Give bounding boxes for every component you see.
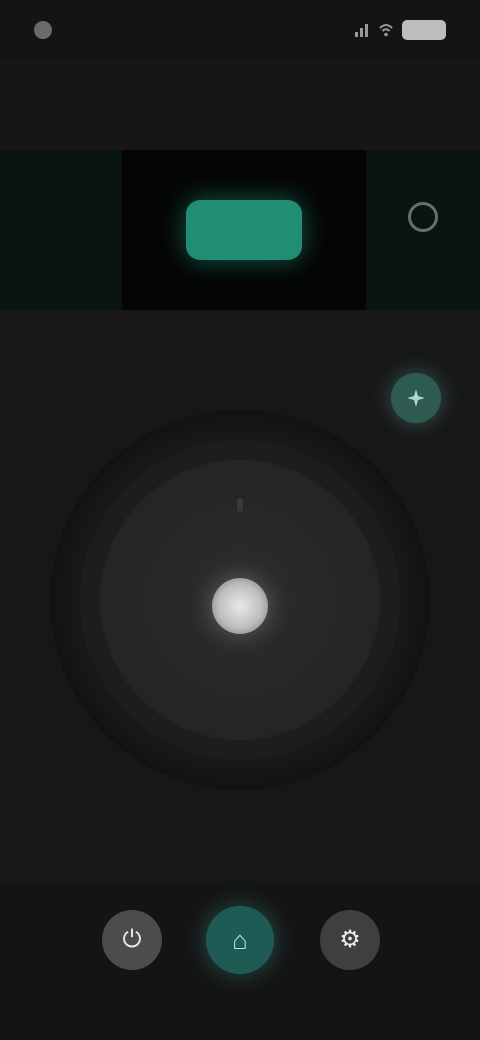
wifi-icon [379, 24, 393, 37]
mode-option-right[interactable] [366, 150, 480, 310]
dial-marker [237, 498, 243, 512]
mode-option-center[interactable] [122, 150, 366, 310]
status-left [34, 21, 62, 39]
dial-knob[interactable] [212, 578, 268, 634]
signal-icon [355, 24, 368, 37]
mode-display [186, 200, 302, 260]
header [0, 60, 480, 150]
app-screen: ⏻ ⌂ ⚙ [0, 0, 480, 1040]
sparkle-icon [407, 389, 425, 407]
bottom-nav: ⏻ ⌂ ⚙ [0, 886, 480, 1040]
status-right [354, 20, 446, 40]
nav-button-left[interactable]: ⏻ [102, 910, 162, 970]
notification-dot-icon [34, 21, 52, 39]
home-icon: ⌂ [232, 925, 248, 955]
nav-button-settings[interactable]: ⚙ [320, 910, 380, 970]
settings-icon: ⚙ [339, 926, 361, 953]
fan-icon [408, 202, 438, 232]
quick-action-button[interactable] [391, 373, 441, 423]
power-icon: ⏻ [122, 926, 142, 953]
status-bar [0, 0, 480, 60]
nav-button-home[interactable]: ⌂ [206, 906, 274, 974]
battery-icon [402, 20, 446, 40]
mode-panel [0, 150, 480, 310]
mode-option-left[interactable] [0, 150, 122, 310]
